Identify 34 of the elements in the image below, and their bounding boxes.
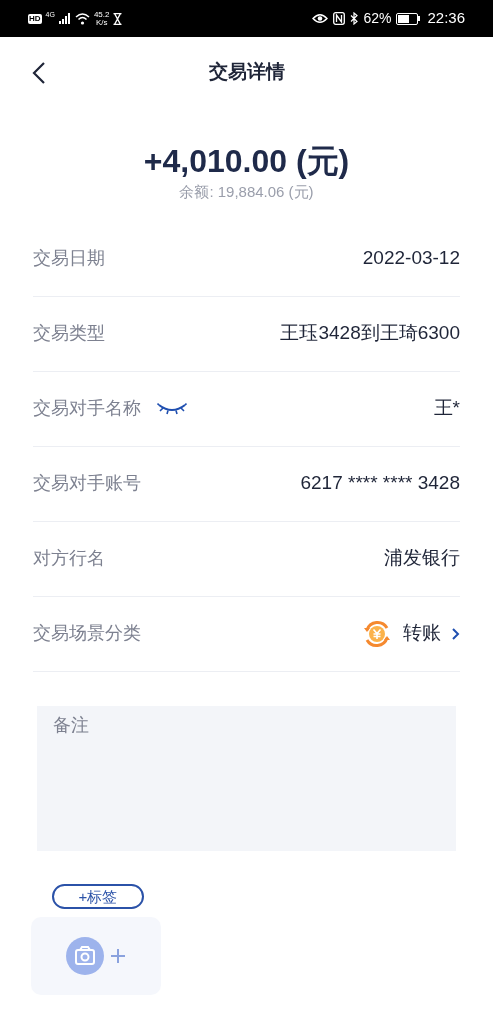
clock: 22:36 xyxy=(427,8,465,29)
eye-icon xyxy=(312,13,329,24)
field-label: 交易场景分类 xyxy=(33,622,141,645)
speed-unit: K/s xyxy=(95,18,108,27)
field-label: 交易类型 xyxy=(33,322,105,345)
add-tag-button[interactable]: +标签 xyxy=(52,883,144,909)
field-label: 交易对手账号 xyxy=(33,472,141,495)
field-value: 6217 **** **** 3428 xyxy=(300,471,460,496)
field-value: 转账 xyxy=(403,621,441,646)
hd-indicator: HD xyxy=(28,13,42,24)
field-value: 浦发银行 xyxy=(384,546,460,571)
wifi-icon xyxy=(74,12,90,25)
hourglass-icon xyxy=(113,12,123,25)
camera-icon xyxy=(66,936,104,975)
transaction-amount: +4,010.00 (元) xyxy=(143,142,350,181)
field-label: 交易对手名称 xyxy=(33,397,141,420)
field-value: 2022-03-12 xyxy=(362,246,460,271)
page-title: 交易详情 xyxy=(208,59,285,84)
battery-icon xyxy=(396,12,421,25)
field-value: 王* xyxy=(433,396,460,421)
signal-icon xyxy=(58,13,71,24)
chevron-right-icon[interactable] xyxy=(451,626,460,641)
yuan-exchange-icon xyxy=(361,618,393,649)
balance-text: 余额: 19,884.06 (元) xyxy=(179,182,314,202)
remark-field[interactable]: 备注 xyxy=(37,705,456,851)
field-value: 王珏3428到王琦6300 xyxy=(280,321,460,346)
battery-percent: 62% xyxy=(363,9,392,28)
network-speed: 45.2 xyxy=(93,10,110,19)
field-label: 交易日期 xyxy=(33,247,105,270)
field-label: 对方行名 xyxy=(33,547,105,570)
nfc-icon xyxy=(333,12,346,25)
bluetooth-icon xyxy=(350,12,359,25)
closed-eye-icon[interactable] xyxy=(157,401,187,416)
plus-icon xyxy=(110,947,126,964)
